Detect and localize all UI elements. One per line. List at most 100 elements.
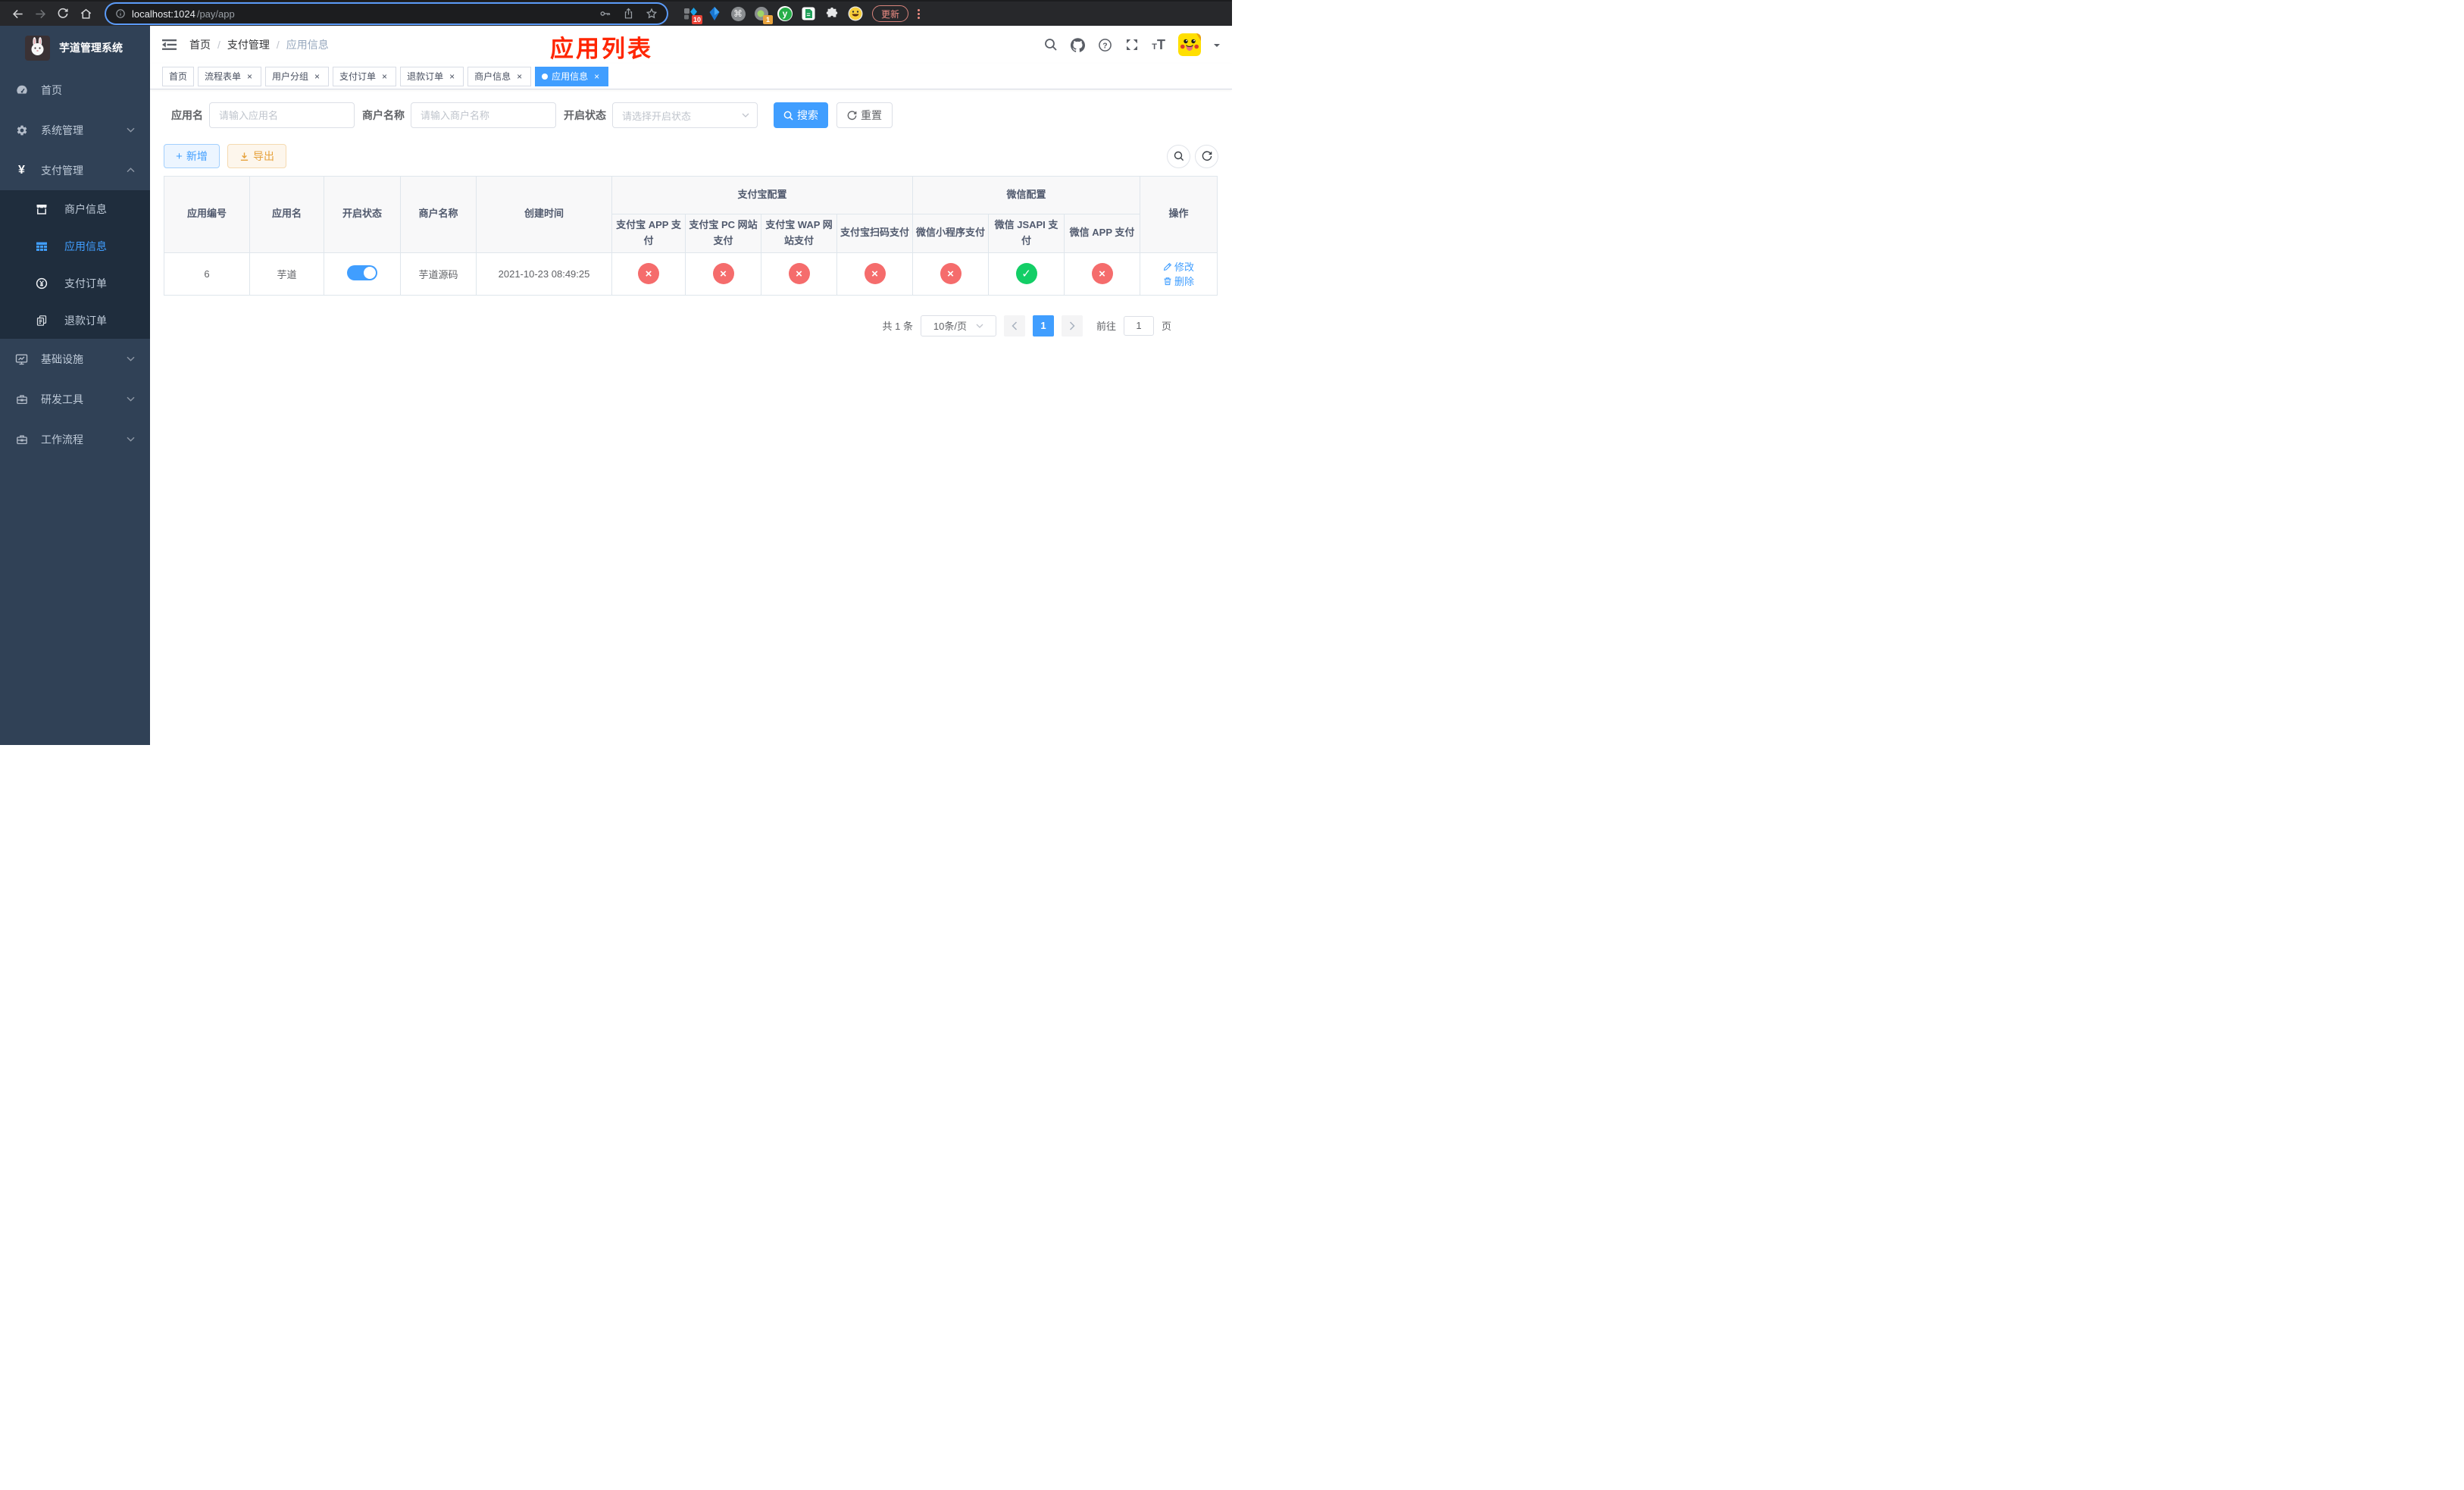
sidebar-item-pay-orders[interactable]: 支付订单	[0, 265, 150, 302]
table-toolbar: + 新增 导出	[164, 144, 1218, 168]
help-icon[interactable]: ?	[1098, 38, 1112, 52]
refresh-table-button[interactable]	[1195, 144, 1218, 168]
close-icon[interactable]: ×	[447, 71, 457, 82]
extension-command-icon[interactable]: ⌘	[730, 6, 746, 21]
fullscreen-icon[interactable]	[1125, 38, 1139, 52]
url-path: /pay/app	[196, 8, 235, 20]
page-number-button[interactable]: 1	[1032, 315, 1054, 337]
app-frame: 芋道管理系统 首页 系统管理 ¥ 支付管理 商户信息 应用信息 支付订单 退款订…	[0, 26, 1232, 745]
export-button[interactable]: 导出	[227, 144, 286, 168]
sidebar-item-merchant-info[interactable]: 商户信息	[0, 190, 150, 227]
user-avatar[interactable]	[1178, 33, 1201, 56]
sidebar-collapse-button[interactable]	[162, 39, 177, 51]
browser-menu-button[interactable]	[913, 6, 924, 21]
edit-button[interactable]: 修改	[1163, 259, 1194, 274]
address-bar[interactable]: localhost:1024/pay/app	[106, 4, 667, 23]
extensions-puzzle-icon[interactable]	[824, 6, 840, 21]
enabled-status-icon: ✓	[1015, 263, 1037, 285]
navbar: 首页 / 支付管理 / 应用信息 应用列表 ? T T	[150, 26, 1232, 64]
sidebar-item-refund-orders[interactable]: 退款订单	[0, 302, 150, 339]
trash-icon	[1164, 277, 1171, 285]
extension-kite-icon[interactable]	[707, 6, 722, 21]
cell-actions: 修改 删除	[1140, 252, 1218, 296]
close-icon[interactable]: ×	[245, 71, 255, 82]
bookmark-star-icon[interactable]	[646, 8, 658, 20]
download-icon	[240, 152, 249, 161]
reset-button[interactable]: 重置	[836, 102, 893, 128]
tab-home[interactable]: 首页	[162, 66, 195, 86]
chevron-down-icon	[127, 127, 135, 133]
header-search-icon[interactable]	[1044, 38, 1058, 52]
extension-monkey-icon[interactable]: 10	[683, 6, 702, 24]
col-alipay-qr: 支付宝扫码支付	[836, 214, 914, 253]
app-name-label: 应用名	[171, 109, 203, 121]
goto-page-input[interactable]	[1123, 315, 1154, 336]
delete-button[interactable]: 删除	[1163, 274, 1194, 288]
site-info-icon[interactable]	[115, 8, 126, 19]
user-menu-caret-icon[interactable]	[1214, 44, 1220, 50]
search-button[interactable]: 搜索	[774, 102, 828, 128]
toggle-search-button[interactable]	[1167, 144, 1190, 168]
goto-label: 前往	[1096, 321, 1116, 333]
sidebar-item-infrastructure[interactable]: 基础设施	[0, 339, 150, 379]
chevron-up-icon	[127, 167, 135, 173]
disabled-status-icon: ×	[638, 263, 659, 285]
extension-proxy-icon[interactable]: 1	[754, 6, 773, 24]
extension-notes-icon[interactable]	[801, 6, 816, 21]
chevron-down-icon	[127, 396, 135, 402]
sidebar-item-payment[interactable]: ¥ 支付管理	[0, 150, 150, 190]
github-icon[interactable]	[1071, 37, 1086, 52]
tab-app-info[interactable]: 应用信息 ×	[535, 66, 609, 86]
browser-home-button[interactable]	[76, 4, 95, 23]
store-icon	[35, 203, 48, 215]
close-icon[interactable]: ×	[514, 71, 524, 82]
extension-y-icon[interactable]: y	[777, 6, 793, 21]
close-icon[interactable]: ×	[312, 71, 322, 82]
browser-forward-button[interactable]	[30, 4, 50, 23]
tab-pay-orders[interactable]: 支付订单 ×	[333, 66, 397, 86]
chrome-update-button[interactable]: 更新	[872, 5, 909, 22]
sidebar-item-app-info[interactable]: 应用信息	[0, 227, 150, 265]
sidebar-item-label: 系统管理	[41, 124, 83, 136]
add-button[interactable]: + 新增	[164, 144, 220, 168]
breadcrumb-home[interactable]: 首页	[189, 37, 211, 52]
profile-emoji-icon[interactable]	[848, 6, 863, 21]
prev-page-button[interactable]	[1003, 315, 1025, 337]
col-merchant-name: 商户名称	[400, 176, 477, 253]
cell-wechat-lite: ×	[912, 252, 990, 296]
tab-merchant-info[interactable]: 商户信息 ×	[467, 66, 532, 86]
tab-refund-orders[interactable]: 退款订单 ×	[400, 66, 464, 86]
dashboard-icon	[15, 84, 28, 96]
cell-alipay-qr: ×	[836, 252, 914, 296]
tab-user-group[interactable]: 用户分组 ×	[265, 66, 330, 86]
status-toggle[interactable]	[347, 265, 377, 280]
copy-icon	[35, 315, 48, 327]
sidebar-item-system[interactable]: 系统管理	[0, 110, 150, 150]
merchant-name-input[interactable]	[411, 102, 556, 128]
sidebar-item-dev-tools[interactable]: 研发工具	[0, 379, 150, 419]
breadcrumb-payment[interactable]: 支付管理	[227, 37, 270, 52]
next-page-button[interactable]	[1061, 315, 1083, 337]
close-icon[interactable]: ×	[592, 71, 602, 82]
breadcrumb-separator: /	[217, 39, 220, 51]
browser-back-button[interactable]	[8, 4, 27, 23]
sidebar-logo[interactable]: 芋道管理系统	[0, 26, 150, 70]
col-alipay-app: 支付宝 APP 支付	[611, 214, 686, 253]
sidebar-item-home[interactable]: 首页	[0, 70, 150, 110]
refresh-icon	[847, 110, 857, 120]
sidebar-item-workflow[interactable]: 工作流程	[0, 419, 150, 459]
close-icon[interactable]: ×	[380, 71, 389, 82]
app-name-input[interactable]	[209, 102, 355, 128]
refresh-icon	[1202, 151, 1212, 161]
status-select[interactable]: 请选择开启状态	[612, 102, 758, 128]
font-size-icon[interactable]: TT	[1152, 38, 1165, 52]
briefcase-icon	[15, 434, 28, 446]
browser-refresh-button[interactable]	[53, 4, 73, 23]
share-icon[interactable]	[623, 8, 634, 20]
password-key-icon[interactable]	[599, 8, 611, 20]
disabled-status-icon: ×	[940, 263, 962, 285]
tab-process-form[interactable]: 流程表单 ×	[198, 66, 262, 86]
page-size-select[interactable]: 10条/页	[920, 315, 996, 337]
app-table: 应用编号 应用名 开启状态 商户名称 创建时间 支付宝配置 微信配置 操作 支付…	[164, 176, 1218, 296]
gear-icon	[15, 124, 28, 136]
